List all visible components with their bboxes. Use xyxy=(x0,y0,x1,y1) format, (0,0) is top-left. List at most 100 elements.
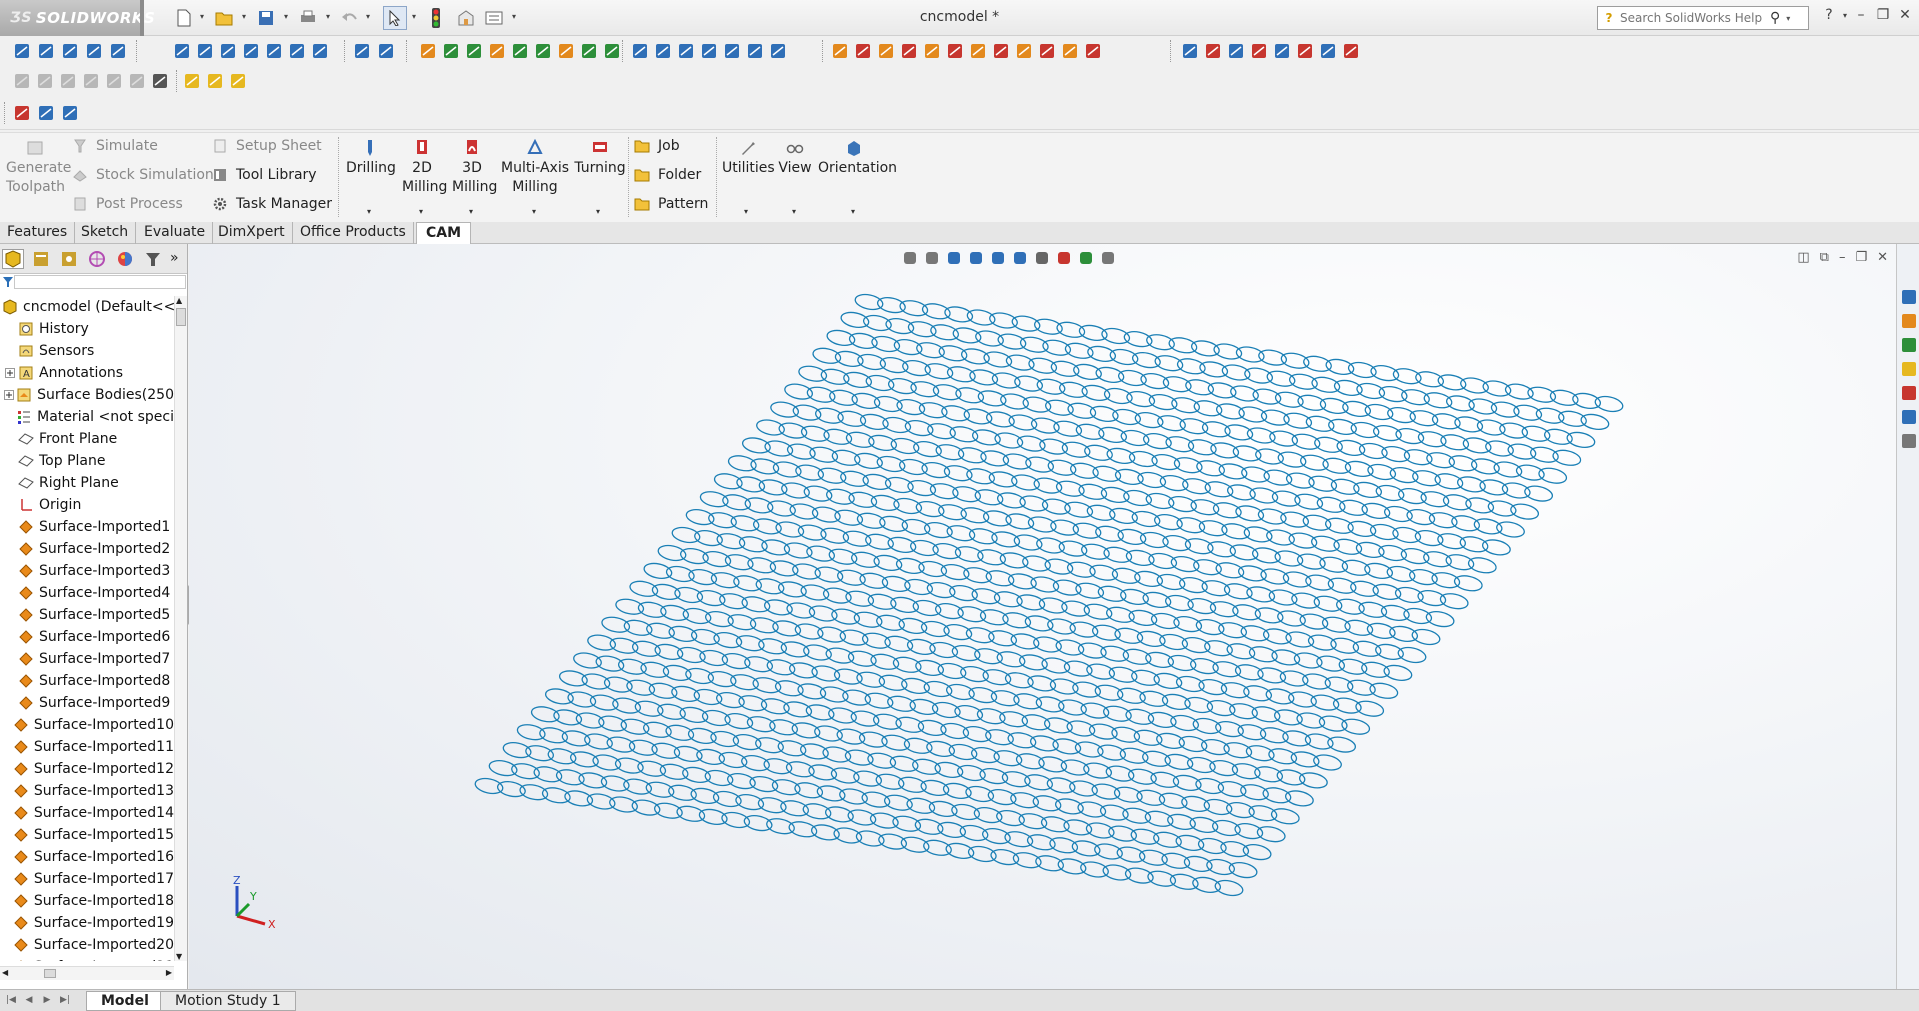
assembly-tool-icon[interactable] xyxy=(676,41,696,61)
last-tab-arrow-icon[interactable]: ▶| xyxy=(58,993,72,1007)
cam-operation-icon[interactable] xyxy=(991,41,1011,61)
dimension-icon[interactable] xyxy=(533,41,553,61)
help-search-input[interactable] xyxy=(1620,11,1770,25)
assembly-command-icon[interactable] xyxy=(127,71,147,91)
hscroll-thumb[interactable] xyxy=(44,969,56,978)
view-orientation-icon[interactable] xyxy=(287,41,307,61)
logo-menu-arrow[interactable] xyxy=(140,0,144,36)
assembly-command-icon[interactable] xyxy=(104,71,124,91)
tree-item[interactable]: Surface-Imported8 xyxy=(0,670,174,692)
tree-item[interactable]: Material <not speci xyxy=(0,406,174,428)
2d-milling-button[interactable]: 2D Milling xyxy=(400,139,447,197)
print-dropdown-icon[interactable]: ▾ xyxy=(326,12,334,24)
centermark-icon[interactable] xyxy=(602,41,622,61)
view-button[interactable]: View xyxy=(776,139,814,178)
filter-icon[interactable] xyxy=(2,276,14,288)
sketch-grid-icon[interactable] xyxy=(108,41,128,61)
scroll-left-arrow-icon[interactable]: ◀ xyxy=(2,968,8,977)
save-icon[interactable] xyxy=(256,8,276,28)
select-dropdown-icon[interactable]: ▾ xyxy=(412,12,420,24)
cam-toolpath-icon[interactable] xyxy=(1272,41,1292,61)
cam-operation-icon[interactable] xyxy=(876,41,896,61)
view-orientation-icon[interactable] xyxy=(172,41,192,61)
tree-item[interactable]: History xyxy=(0,318,174,340)
scroll-thumb[interactable] xyxy=(176,308,186,326)
custom-properties-icon[interactable] xyxy=(1900,408,1918,426)
tab-features[interactable]: Features xyxy=(0,222,76,244)
graphics-viewport[interactable]: ◫ ⧉ – ❐ ✕ Z Y X xyxy=(189,244,1896,989)
assembly-tool-icon[interactable] xyxy=(630,41,650,61)
orientation-button[interactable]: Orientation xyxy=(818,139,897,178)
assembly-command-icon[interactable] xyxy=(81,71,101,91)
utilities-button[interactable]: Utilities xyxy=(722,139,775,178)
tree-item[interactable]: Surface-Imported1 xyxy=(0,516,174,538)
assembly-tool-icon[interactable] xyxy=(699,41,719,61)
tab-office-products[interactable]: Office Products xyxy=(293,222,414,244)
cam-task-icon[interactable] xyxy=(1900,432,1918,450)
smart-mates-icon[interactable] xyxy=(376,41,396,61)
property-manager-tab-icon[interactable] xyxy=(30,249,52,269)
cam-operation-icon[interactable] xyxy=(922,41,942,61)
tree-item[interactable]: Sensors xyxy=(0,340,174,362)
expand-plus-icon[interactable] xyxy=(4,389,15,401)
simulate-button[interactable]: Simulate xyxy=(72,138,158,154)
cam-toolpath-icon[interactable] xyxy=(1180,41,1200,61)
centerline-icon[interactable] xyxy=(60,41,80,61)
tree-item[interactable]: Surface-Imported16 xyxy=(0,846,174,868)
view-dropdown-icon[interactable]: ▾ xyxy=(792,207,796,216)
expand-plus-icon[interactable] xyxy=(4,367,16,379)
tree-item[interactable]: Surface Bodies(250 xyxy=(0,384,174,406)
tree-item[interactable]: Surface-Imported10 xyxy=(0,714,174,736)
multi-axis-milling-button[interactable]: Multi-Axis Milling xyxy=(500,139,570,197)
tree-item[interactable]: Surface-Imported3 xyxy=(0,560,174,582)
cam-operation-icon[interactable] xyxy=(853,41,873,61)
tree-item[interactable]: Surface-Imported2 xyxy=(0,538,174,560)
turning-dropdown-icon[interactable]: ▾ xyxy=(596,207,600,216)
stock-simulation-button[interactable]: Stock Simulation xyxy=(72,167,214,183)
tab-motion-study[interactable]: Motion Study 1 xyxy=(160,991,296,1011)
balloon-icon[interactable] xyxy=(464,41,484,61)
scroll-right-arrow-icon[interactable]: ▶ xyxy=(166,968,172,977)
tree-horizontal-scrollbar[interactable]: ◀ ▶ xyxy=(0,966,174,980)
tree-item[interactable]: Right Plane xyxy=(0,472,174,494)
drilling-dropdown-icon[interactable]: ▾ xyxy=(367,207,371,216)
tree-item[interactable]: Surface-Imported18 xyxy=(0,890,174,912)
minimize-icon[interactable]: – xyxy=(1850,4,1872,26)
cam-operation-icon[interactable] xyxy=(899,41,919,61)
post-process-button[interactable]: Post Process xyxy=(72,196,183,212)
tree-item[interactable]: Front Plane xyxy=(0,428,174,450)
cam-setup-quick-icon[interactable] xyxy=(36,103,56,123)
assembly-command-icon[interactable] xyxy=(58,71,78,91)
tree-filter-input[interactable] xyxy=(14,275,186,289)
select-cursor-icon[interactable] xyxy=(383,6,407,30)
rebuild-traffic-light-icon[interactable] xyxy=(426,8,446,28)
relation-icon[interactable] xyxy=(556,41,576,61)
drilling-button[interactable]: Drilling xyxy=(346,139,396,178)
more-tabs-icon[interactable]: » xyxy=(170,250,179,266)
restore-icon[interactable]: ❐ xyxy=(1872,4,1894,26)
solidworks-resources-icon[interactable] xyxy=(1900,288,1918,306)
tree-item[interactable]: Surface-Imported4 xyxy=(0,582,174,604)
appearances-icon[interactable] xyxy=(1900,384,1918,402)
cam-operation-icon[interactable] xyxy=(1060,41,1080,61)
first-tab-arrow-icon[interactable]: |◀ xyxy=(4,993,18,1007)
save-dropdown-icon[interactable]: ▾ xyxy=(284,12,292,24)
cam-toolpath-icon[interactable] xyxy=(1226,41,1246,61)
options-icon[interactable] xyxy=(484,8,504,28)
datum-icon[interactable] xyxy=(510,41,530,61)
view-orientation-icon[interactable] xyxy=(195,41,215,61)
configuration-manager-tab-icon[interactable] xyxy=(58,249,80,269)
solidworks-logo[interactable]: ƷS SOLIDWORKS xyxy=(0,0,155,36)
tab-cam[interactable]: CAM xyxy=(416,222,472,245)
tree-item[interactable]: Surface-Imported21 xyxy=(0,956,174,961)
tab-dimxpert[interactable]: DimXpert xyxy=(211,222,293,244)
tree-item[interactable]: Surface-Imported19 xyxy=(0,912,174,934)
3d-milling-button[interactable]: 3D Milling xyxy=(450,139,497,197)
tree-item[interactable]: Surface-Imported7 xyxy=(0,648,174,670)
cam-operation-icon[interactable] xyxy=(945,41,965,61)
geometric-tolerance-icon[interactable] xyxy=(579,41,599,61)
view-orientation-icon[interactable] xyxy=(310,41,330,61)
help-search-box[interactable]: ? ⚲ ▾ xyxy=(1597,6,1809,30)
tree-item[interactable]: Surface-Imported14 xyxy=(0,802,174,824)
generate-toolpath-button[interactable]: Generate Toolpath xyxy=(6,139,71,197)
